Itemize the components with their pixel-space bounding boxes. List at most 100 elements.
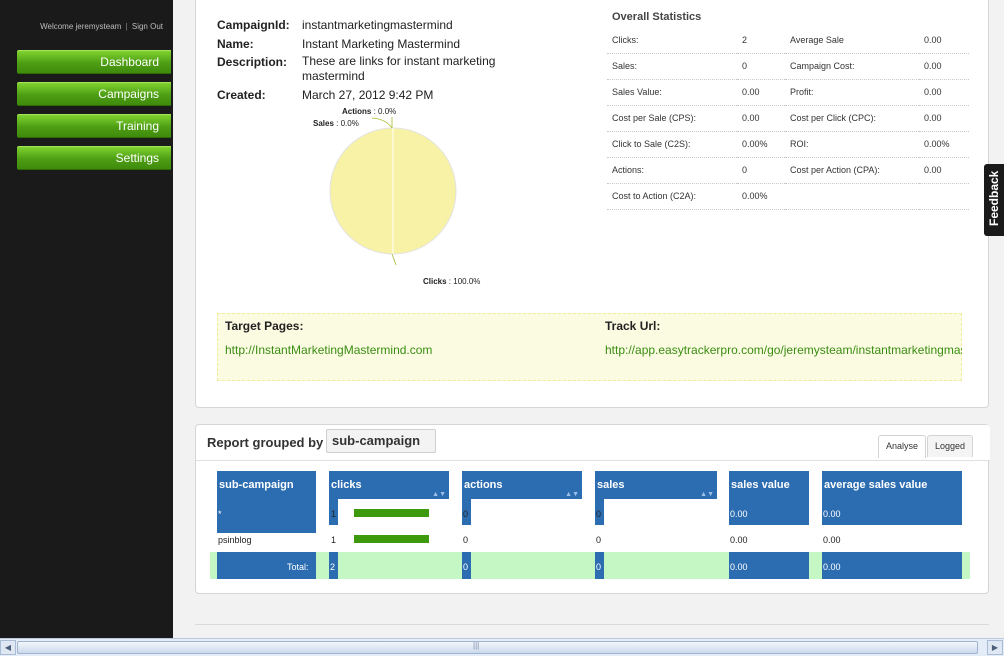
stat-value: 0.00%: [737, 183, 785, 210]
campaign-created-value: March 27, 2012 9:42 PM: [302, 88, 434, 102]
column-header-sales-value[interactable]: sales value: [729, 471, 809, 499]
nav-training-button[interactable]: Training: [17, 114, 171, 138]
column-header-clicks[interactable]: clicks ▲▼: [329, 471, 449, 499]
tab-logged[interactable]: Logged: [927, 435, 974, 457]
column-header-average-sales-value[interactable]: average sales value: [822, 471, 962, 499]
stats-row: Cost to Action (C2A): 0.00%: [607, 183, 969, 210]
footer-divider: [195, 624, 989, 625]
campaign-name-label: Name:: [217, 37, 254, 51]
stats-row: Sales: 0 Campaign Cost: 0.00: [607, 53, 969, 80]
welcome-text: Welcome jeremysteam: [40, 22, 122, 31]
stat-label: Cost per Click (CPC):: [785, 105, 919, 132]
stat-value: [919, 183, 969, 210]
row2-clicks-bar: [354, 535, 429, 543]
nav-campaigns-button[interactable]: Campaigns: [17, 82, 171, 106]
row1-average-cell: [822, 499, 962, 525]
row2-clicks: 1: [331, 535, 337, 545]
row1-actions: 0: [463, 509, 469, 519]
pie-label-actions-name: Actions: [342, 107, 372, 116]
total-actions: 0: [463, 562, 469, 572]
row1-clicks: 1: [331, 509, 337, 519]
stat-label: Cost per Action (CPA):: [785, 157, 919, 184]
tab-analyse[interactable]: Analyse: [878, 435, 927, 458]
column-header-sales-value-label: sales value: [731, 479, 790, 491]
signout-link[interactable]: Sign Out: [132, 22, 163, 31]
pie-label-clicks-value: 100.0%: [453, 277, 481, 286]
column-header-actions-label: actions: [464, 479, 503, 491]
main-content: CampaignId: instantmarketingmastermind N…: [173, 0, 1004, 638]
column-header-sales-label: sales: [597, 479, 625, 491]
stats-row: Actions: 0 Cost per Action (CPA): 0.00: [607, 157, 969, 184]
column-header-sales[interactable]: sales ▲▼: [595, 471, 717, 499]
nav-dashboard-button[interactable]: Dashboard: [17, 50, 171, 74]
stats-row: Click to Sale (C2S): 0.00% ROI: 0.00%: [607, 131, 969, 158]
total-label: Total:: [287, 562, 309, 572]
total-clicks: 2: [330, 562, 336, 572]
stat-value: 0: [737, 157, 785, 184]
pie-label-sales-name: Sales: [313, 119, 334, 128]
target-pages-link[interactable]: http://InstantMarketingMastermind.com: [225, 343, 432, 357]
nav-settings-button[interactable]: Settings: [17, 146, 171, 170]
pie-label-clicks: Clicks : 100.0%: [423, 277, 481, 286]
target-pages-heading: Target Pages:: [225, 319, 304, 333]
feedback-tab[interactable]: Feedback: [984, 164, 1004, 236]
column-header-sub-campaign-label: sub-campaign: [219, 479, 294, 491]
stat-label: Sales Value:: [607, 79, 737, 106]
pie-leader-clicks: [391, 253, 397, 266]
stat-value: 0.00: [737, 79, 785, 106]
stat-value: 0.00%: [919, 131, 969, 158]
total-sales-value: 0.00: [730, 562, 748, 572]
stat-label: Click to Sale (C2S):: [607, 131, 737, 158]
sort-icon: ▲▼: [700, 491, 714, 498]
stats-row: Cost per Sale (CPS): 0.00 Cost per Click (…: [607, 105, 969, 132]
stat-label: Clicks:: [607, 27, 737, 54]
row1-clicks-bar: [354, 509, 429, 517]
stat-value: 0.00: [919, 105, 969, 132]
pie-label-sales: Sales : 0.0%: [313, 119, 359, 128]
stat-label: [785, 183, 919, 210]
scrollbar-thumb[interactable]: [17, 641, 978, 654]
row2-sub-campaign: psinblog: [218, 535, 252, 545]
stat-value: 0.00: [919, 157, 969, 184]
stat-label: Campaign Cost:: [785, 53, 919, 80]
pie-label-clicks-name: Clicks: [423, 277, 447, 286]
campaign-id-value: instantmarketingmastermind: [302, 18, 453, 32]
column-header-actions[interactable]: actions ▲▼: [462, 471, 582, 499]
report-panel: Report grouped by sub-campaign Analyse L…: [195, 424, 990, 594]
stat-label: Actions:: [607, 157, 737, 184]
campaign-description-value: These are links for instant marketing ma…: [302, 54, 496, 83]
pie-chart: [329, 117, 457, 266]
row1-sales: 0: [596, 509, 602, 519]
campaign-panel: CampaignId: instantmarketingmastermind N…: [195, 0, 989, 408]
campaign-created-label: Created:: [217, 88, 266, 102]
pie-label-sales-value: 0.0%: [340, 119, 359, 128]
group-by-select[interactable]: sub-campaign: [326, 429, 436, 453]
stat-value: 0.00: [919, 27, 969, 54]
campaign-id-label: CampaignId:: [217, 18, 290, 32]
stat-value: 0: [737, 53, 785, 80]
scroll-right-arrow-icon[interactable]: ▶: [987, 640, 1003, 655]
scrollbar-grip-icon: |||: [473, 641, 480, 650]
track-url-link[interactable]: http://app.easytrackerpro.com/go/jeremys…: [605, 343, 962, 357]
total-average: 0.00: [823, 562, 841, 572]
scroll-left-arrow-icon[interactable]: ◀: [0, 640, 16, 655]
total-sales: 0: [596, 562, 602, 572]
overall-statistics-table: Clicks: 2 Average Sale 0.00 Sales: 0 Campaign …: [607, 27, 969, 210]
row2-sales: 0: [596, 535, 602, 545]
report-header: Report grouped by sub-campaign Analyse L…: [196, 425, 990, 461]
stat-label: Average Sale: [785, 27, 919, 54]
stat-label: Profit:: [785, 79, 919, 106]
campaign-description-label: Description:: [217, 55, 288, 69]
app-window: Welcome jeremysteam | Sign Out Dashboard…: [0, 0, 1004, 656]
pie-label-actions-value: 0.0%: [378, 107, 397, 116]
column-header-sub-campaign[interactable]: sub-campaign: [217, 471, 316, 499]
sidebar: Welcome jeremysteam | Sign Out Dashboard…: [0, 0, 173, 638]
column-header-clicks-label: clicks: [331, 479, 362, 491]
horizontal-scrollbar[interactable]: ◀ ||| ▶: [0, 638, 1004, 656]
total-average-cell: [822, 552, 962, 579]
row1-average: 0.00: [823, 509, 841, 519]
stat-value: 0.00: [737, 105, 785, 132]
campaign-name-value: Instant Marketing Mastermind: [302, 37, 461, 51]
welcome-separator: |: [125, 22, 128, 31]
row2-average: 0.00: [823, 535, 841, 545]
